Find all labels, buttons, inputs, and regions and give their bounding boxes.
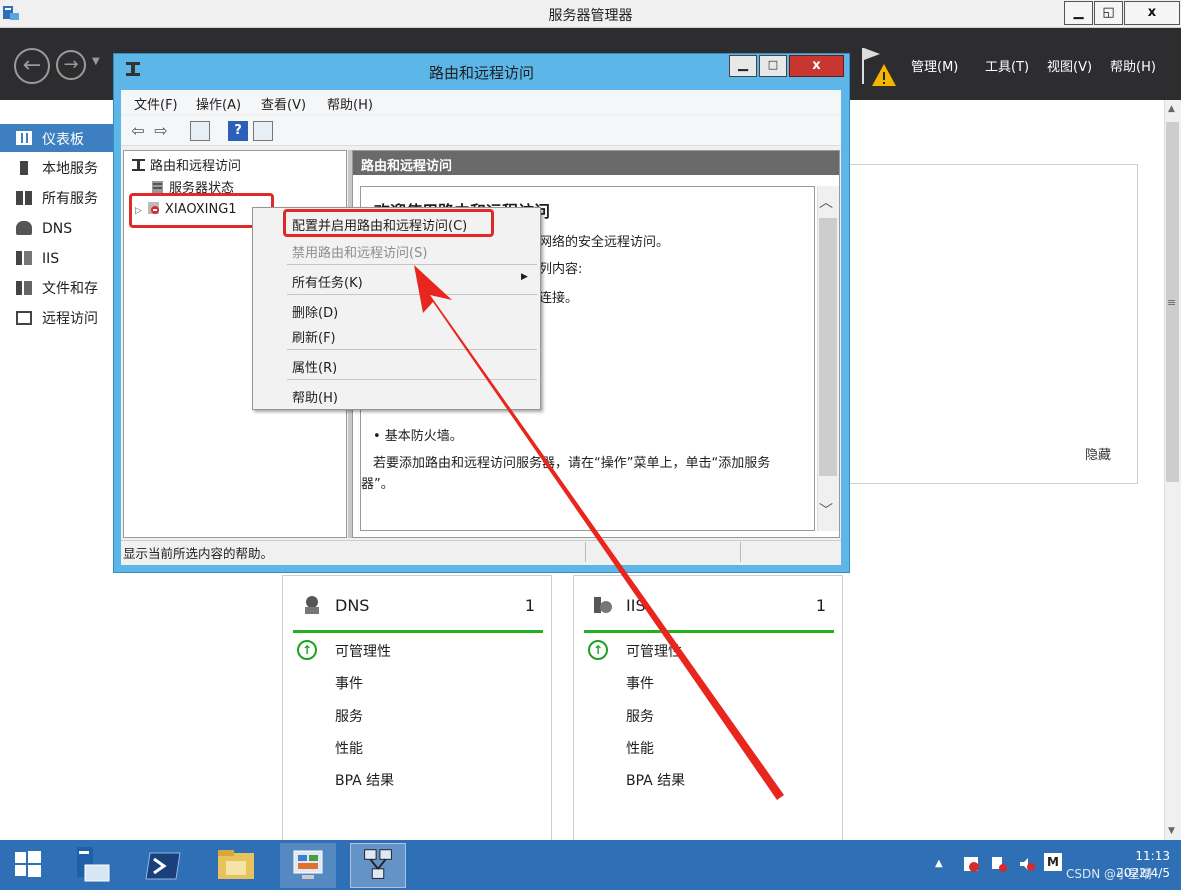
input-method-icon[interactable]: M	[1044, 853, 1062, 871]
volume-icon[interactable]	[1018, 855, 1036, 873]
file-explorer-icon[interactable]	[208, 843, 264, 888]
csdn-watermark: CSDN @小星晴	[1066, 867, 1153, 881]
server-manager-taskbar-icon[interactable]	[65, 843, 121, 888]
rras-taskbar-icon[interactable]	[350, 843, 406, 888]
annotation-arrow	[414, 265, 784, 800]
tray-overflow-icon[interactable]: ▲	[935, 858, 943, 869]
powershell-icon[interactable]	[136, 843, 192, 888]
network-icon[interactable]	[990, 855, 1008, 873]
control-panel-icon[interactable]	[280, 843, 336, 888]
action-center-icon[interactable]	[962, 855, 980, 873]
windows-start-icon[interactable]	[14, 850, 42, 878]
clock-time: 11:13	[1135, 849, 1170, 863]
